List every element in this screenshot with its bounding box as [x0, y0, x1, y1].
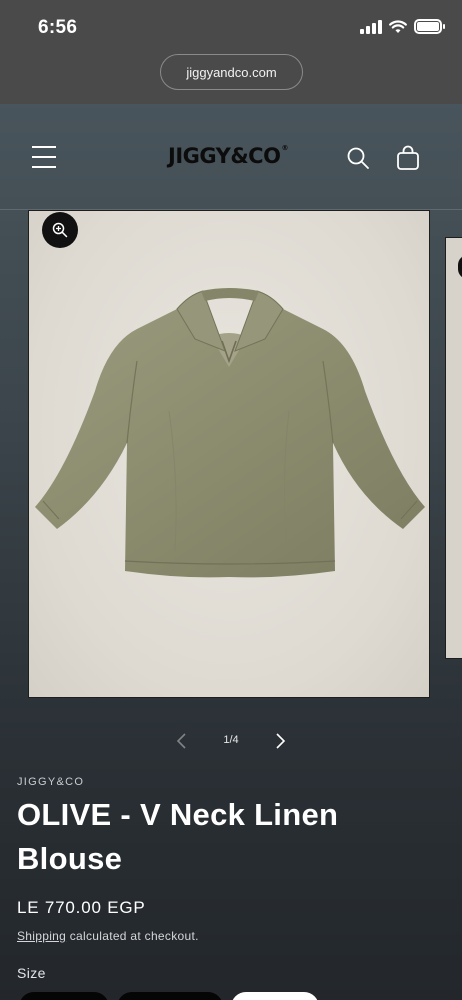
size-label: Size — [17, 965, 46, 981]
next-product-image-peek[interactable] — [445, 237, 462, 659]
logo-mark: ® — [281, 144, 288, 152]
product-image[interactable] — [28, 210, 430, 698]
search-icon[interactable] — [346, 146, 370, 170]
site-logo[interactable]: JIGGY&CO® — [168, 144, 290, 174]
site-header: JIGGY&CO® — [0, 104, 462, 210]
status-time: 6:56 — [38, 17, 78, 38]
blouse-illustration — [35, 288, 425, 578]
status-bar: 6:56 — [0, 0, 462, 52]
product-vendor: JIGGY&CO — [17, 776, 85, 788]
product-price: LE 770.00 EGP — [17, 898, 146, 917]
gallery-counter: 1/4 — [223, 734, 239, 746]
logo-text: JIGGY&CO — [168, 144, 281, 168]
size-option[interactable] — [19, 992, 109, 1000]
zoom-in-icon — [52, 222, 68, 238]
size-options — [17, 992, 462, 1000]
status-icons — [360, 19, 445, 34]
product-gallery — [28, 210, 430, 698]
shipping-note-text: calculated at checkout. — [66, 929, 199, 943]
menu-icon[interactable] — [32, 146, 56, 168]
gallery-pagination: 1/4 — [0, 730, 462, 752]
chevron-right-icon[interactable] — [273, 732, 287, 750]
url-bar[interactable]: jiggyandco.com — [160, 54, 303, 90]
shipping-note: Shipping calculated at checkout. — [17, 929, 199, 943]
cart-icon[interactable] — [396, 145, 420, 171]
product-title: OLIVE - V Neck Linen Blouse — [17, 797, 339, 876]
size-option-selected[interactable] — [231, 992, 319, 1000]
size-option[interactable] — [117, 992, 223, 1000]
chevron-left-icon[interactable] — [175, 732, 189, 750]
zoom-button[interactable] — [42, 212, 78, 248]
battery-icon — [414, 19, 445, 34]
signal-icon — [360, 19, 382, 34]
browser-url-area: jiggyandco.com — [0, 52, 462, 104]
shipping-link[interactable]: Shipping — [17, 929, 66, 943]
wifi-icon — [389, 19, 407, 33]
